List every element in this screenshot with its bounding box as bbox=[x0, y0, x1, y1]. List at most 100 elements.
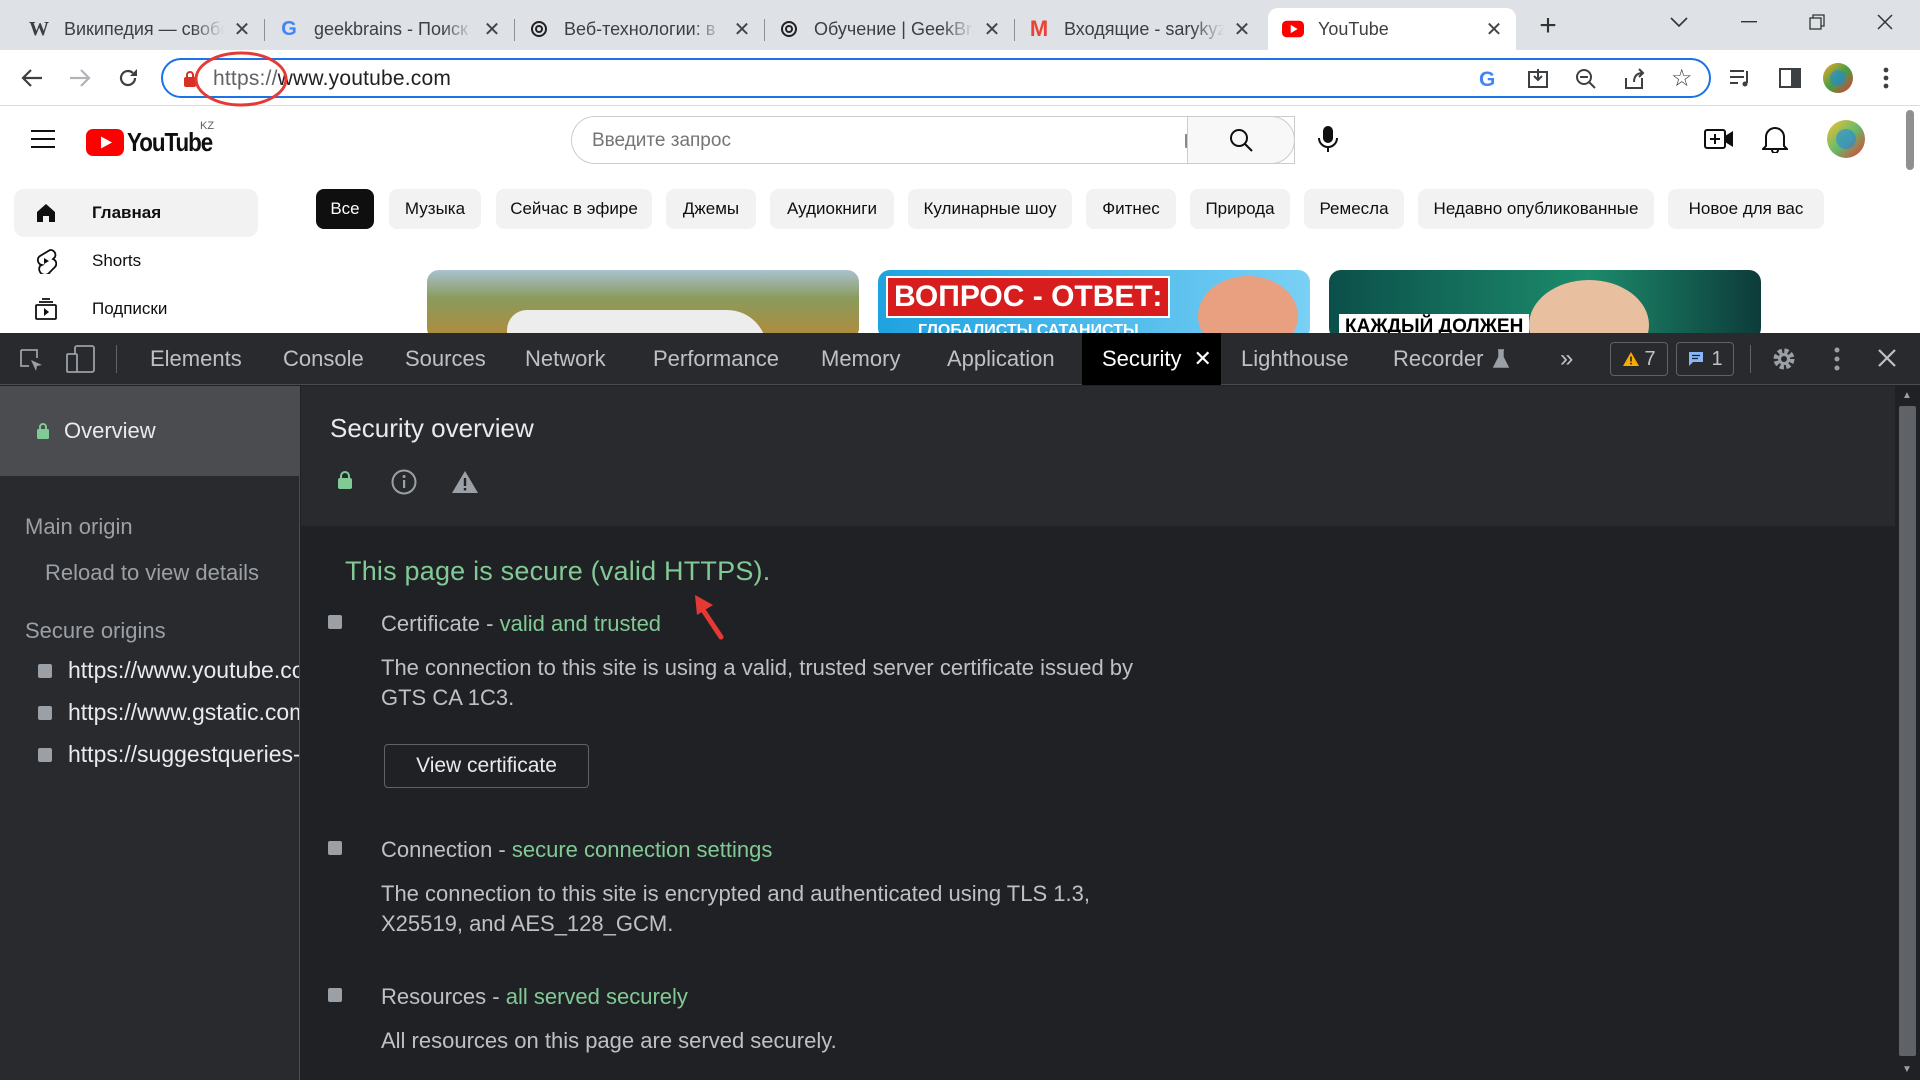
origin-item[interactable]: https://www.youtube.com bbox=[38, 657, 300, 684]
chip-recent[interactable]: Недавно опубликованные bbox=[1418, 189, 1654, 229]
annotation-arrow bbox=[695, 595, 724, 640]
chip-fitness[interactable]: Фитнес bbox=[1086, 189, 1176, 229]
close-icon[interactable]: ✕ bbox=[1482, 17, 1506, 41]
chip-all[interactable]: Все bbox=[316, 189, 374, 229]
resources-description: All resources on this page are served se… bbox=[381, 1028, 837, 1053]
restore-icon[interactable] bbox=[1784, 0, 1850, 44]
messages-counter[interactable]: 1 bbox=[1676, 342, 1734, 376]
share-icon[interactable] bbox=[1623, 68, 1645, 95]
warnings-counter[interactable]: 7 bbox=[1610, 342, 1668, 376]
tab-network[interactable]: Network bbox=[525, 333, 606, 385]
close-icon[interactable]: ✕ bbox=[730, 17, 754, 41]
device-toolbar-icon[interactable] bbox=[66, 345, 96, 378]
forward-icon[interactable] bbox=[64, 62, 96, 94]
tab-google-search[interactable]: G geekbrains - Поиск в Google ✕ bbox=[264, 8, 514, 50]
tab-console[interactable]: Console bbox=[283, 333, 364, 385]
video-thumbnail[interactable]: КАЖДЫЙ ДОЛЖЕН bbox=[1329, 270, 1761, 333]
chip-live[interactable]: Сейчас в эфире bbox=[496, 189, 652, 229]
chip-label: Новое для вас bbox=[1688, 199, 1804, 218]
tab-application[interactable]: Application bbox=[947, 333, 1055, 385]
inspect-element-icon[interactable] bbox=[18, 347, 44, 378]
more-tabs-icon[interactable]: » bbox=[1560, 345, 1573, 373]
person-image bbox=[1198, 276, 1298, 333]
reload-icon[interactable] bbox=[112, 62, 144, 94]
reading-list-icon[interactable] bbox=[1724, 62, 1756, 94]
toolbar-divider bbox=[1750, 345, 1751, 373]
close-icon[interactable]: ✕ bbox=[230, 17, 254, 41]
origin-url: https://suggestqueries-clients6.youtube.… bbox=[68, 741, 300, 767]
chip-audiobooks[interactable]: Аудиокниги bbox=[770, 189, 894, 229]
tab-youtube[interactable]: YouTube ✕ bbox=[1268, 8, 1516, 50]
tab-performance[interactable]: Performance bbox=[653, 333, 779, 385]
notifications-icon[interactable] bbox=[1760, 125, 1790, 158]
install-app-icon[interactable] bbox=[1527, 68, 1549, 95]
reload-hint[interactable]: Reload to view details bbox=[45, 560, 259, 586]
origin-bullet-icon bbox=[38, 663, 52, 678]
tab-web-tech[interactable]: Веб-технологии: в ✕ bbox=[514, 8, 764, 50]
messages-count: 1 bbox=[1711, 347, 1723, 370]
guide-menu-icon[interactable] bbox=[30, 129, 56, 154]
video-thumbnail[interactable] bbox=[427, 270, 859, 333]
tab-gmail[interactable]: M Входящие - sarykyz ✕ bbox=[1014, 8, 1264, 50]
browser-menu-icon[interactable] bbox=[1870, 62, 1902, 94]
sidebar-overview[interactable]: Overview bbox=[0, 386, 299, 476]
close-devtools-icon[interactable] bbox=[1876, 347, 1898, 374]
new-tab-icon[interactable]: + bbox=[1532, 11, 1564, 43]
tab-title: Веб-технологии: в bbox=[564, 18, 716, 39]
close-tab-icon[interactable]: ✕ bbox=[1193, 346, 1211, 372]
scroll-down-icon[interactable]: ▼ bbox=[1902, 1064, 1912, 1075]
devtools-menu-icon[interactable] bbox=[1834, 347, 1840, 376]
view-certificate-button[interactable]: View certificate bbox=[384, 744, 589, 788]
chip-cooking[interactable]: Кулинарные шоу bbox=[908, 189, 1072, 229]
tab-geekbrains[interactable]: Обучение | GeekBrains ✕ bbox=[764, 8, 1014, 50]
close-icon[interactable]: ✕ bbox=[480, 17, 504, 41]
origin-url: https://www.youtube.com bbox=[68, 657, 300, 683]
connection-heading: Connection - secure connection settings bbox=[381, 837, 772, 863]
close-icon[interactable]: ✕ bbox=[1230, 17, 1254, 41]
chip-label: Музыка bbox=[404, 199, 466, 218]
settings-gear-icon[interactable] bbox=[1770, 345, 1798, 378]
side-panel-icon[interactable] bbox=[1774, 62, 1806, 94]
tab-label: Elements bbox=[150, 346, 242, 371]
voice-search-icon[interactable] bbox=[1316, 124, 1340, 159]
chip-music[interactable]: Музыка bbox=[389, 189, 481, 229]
youtube-avatar[interactable] bbox=[1826, 119, 1866, 164]
scroll-up-icon[interactable]: ▲ bbox=[1902, 390, 1912, 401]
google-icon: G bbox=[281, 17, 297, 40]
bookmark-star-icon[interactable]: ☆ bbox=[1671, 67, 1693, 91]
create-video-icon[interactable] bbox=[1704, 127, 1734, 156]
tab-memory[interactable]: Memory bbox=[821, 333, 900, 385]
google-lens-icon[interactable]: G bbox=[1479, 68, 1495, 92]
sidebar-item-home[interactable]: Главная bbox=[14, 189, 258, 237]
tab-wikipedia[interactable]: W Википедия — свободная энциклопедия ✕ bbox=[14, 8, 264, 50]
back-icon[interactable] bbox=[16, 62, 48, 94]
minimize-icon[interactable] bbox=[1716, 0, 1782, 44]
tab-lighthouse[interactable]: Lighthouse bbox=[1241, 333, 1349, 385]
sidebar-item-label: Подписки bbox=[92, 299, 168, 318]
video-thumbnail[interactable]: ВОПРОС - ОТВЕТ: ГЛОБАЛИСТЫ САТАНИСТЫ bbox=[878, 270, 1310, 333]
tab-recorder[interactable]: Recorder bbox=[1393, 333, 1510, 385]
window-close-icon[interactable] bbox=[1852, 0, 1918, 44]
devtools-scrollbar[interactable]: ▲ ▼ bbox=[1895, 386, 1920, 1080]
zoom-icon[interactable] bbox=[1575, 68, 1597, 95]
page-scrollbar-thumb[interactable] bbox=[1906, 110, 1914, 170]
thumbnail-headline: КАЖДЫЙ ДОЛЖЕН bbox=[1339, 314, 1530, 333]
profile-avatar[interactable] bbox=[1822, 62, 1854, 94]
chip-jams[interactable]: Джемы bbox=[666, 189, 756, 229]
address-bar[interactable]: https://www.youtube.com G ☆ bbox=[161, 58, 1711, 98]
tab-search-icon[interactable] bbox=[1646, 0, 1712, 44]
chip-nature[interactable]: Природа bbox=[1190, 189, 1290, 229]
sidebar-item-shorts[interactable]: Shorts bbox=[14, 237, 258, 285]
chip-new-for-you[interactable]: Новое для вас bbox=[1668, 189, 1824, 229]
search-button[interactable] bbox=[1187, 116, 1295, 164]
tab-elements[interactable]: Elements bbox=[150, 333, 242, 385]
tab-sources[interactable]: Sources bbox=[405, 333, 486, 385]
tab-security[interactable]: Security ✕ bbox=[1082, 333, 1221, 385]
chip-crafts[interactable]: Ремесла bbox=[1304, 189, 1404, 229]
sidebar-item-subscriptions[interactable]: Подписки bbox=[14, 285, 258, 333]
origin-item[interactable]: https://suggestqueries-clients6.youtube.… bbox=[38, 741, 300, 768]
origin-item[interactable]: https://www.gstatic.com bbox=[38, 699, 299, 726]
close-icon[interactable]: ✕ bbox=[980, 17, 1004, 41]
scrollbar-thumb[interactable] bbox=[1899, 406, 1916, 1056]
search-placeholder: Введите запрос bbox=[592, 130, 731, 151]
